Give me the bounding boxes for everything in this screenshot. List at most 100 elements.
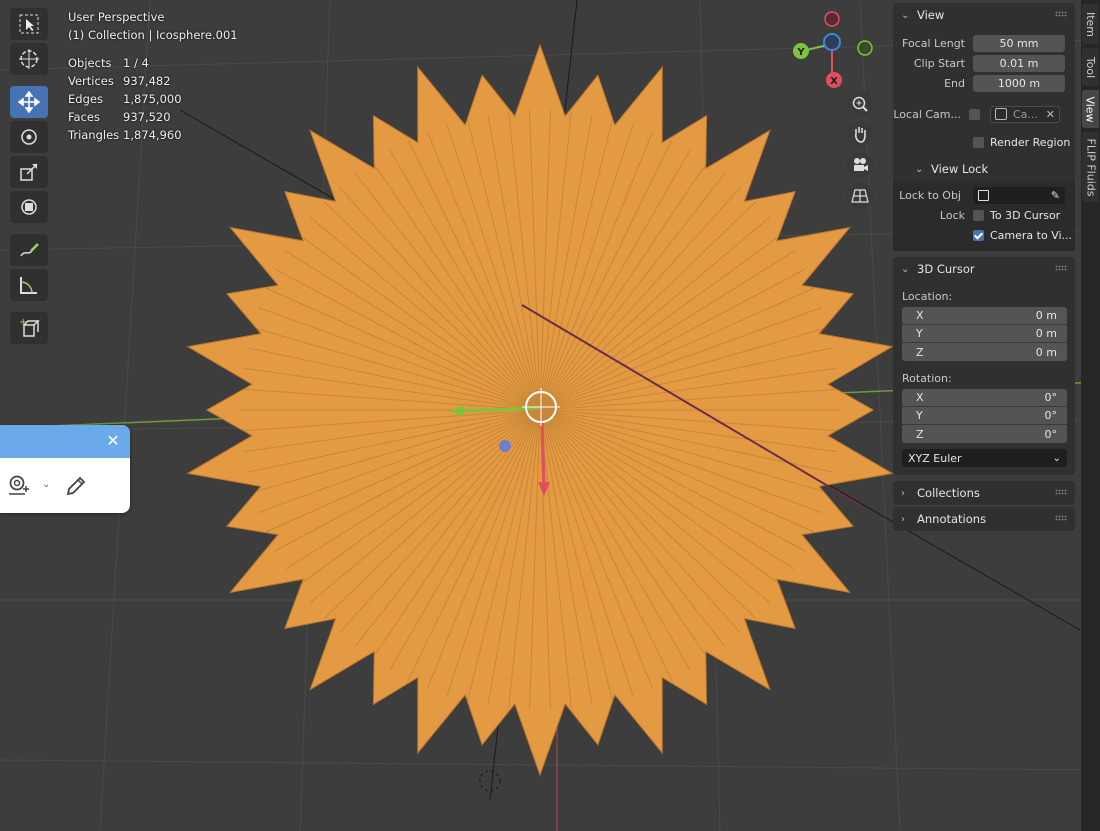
local-camera-row: Local Cam... Ca... ✕: [893, 97, 1075, 131]
camera-to-view-label: Camera to Vi...: [990, 228, 1073, 242]
grid-perspective-icon[interactable]: [847, 183, 873, 209]
drag-grip-icon[interactable]: [1055, 11, 1067, 17]
collections-header[interactable]: › Collections: [893, 481, 1075, 505]
cursor-icon[interactable]: [10, 43, 48, 75]
chevron-right-icon: ›: [901, 487, 905, 499]
annotations-header[interactable]: › Annotations: [893, 507, 1075, 531]
clear-icon[interactable]: ✕: [1046, 108, 1055, 121]
rotation-mode-value: XYZ Euler: [908, 451, 962, 465]
navigation-gizmo[interactable]: Y X: [786, 6, 886, 98]
tab-item[interactable]: Item: [1082, 4, 1099, 44]
local-camera-value: Ca...: [1013, 107, 1038, 121]
rotate-icon[interactable]: [10, 121, 48, 153]
annotate-icon[interactable]: [10, 234, 48, 266]
view-lock-header[interactable]: ⌄ View Lock: [893, 157, 1075, 181]
chevron-down-icon[interactable]: ⌄: [42, 479, 50, 490]
view-panel-header[interactable]: ⌄ View: [893, 3, 1075, 27]
stat-row: Objects 1 / 4: [68, 56, 149, 70]
lock-to-object-field[interactable]: ✎: [973, 186, 1065, 204]
focal-length-field[interactable]: 50 mm: [973, 34, 1065, 52]
rotation-label: Rotation:: [902, 372, 952, 385]
view-panel: ⌄ View Focal Lengt 50 mm Clip Start 0.01…: [893, 3, 1075, 251]
render-region-checkbox[interactable]: [973, 136, 984, 148]
hand-pan-icon[interactable]: [847, 121, 873, 147]
view-name: User Perspective: [68, 10, 165, 24]
pencil-icon[interactable]: [64, 474, 88, 501]
sidebar-tabs: Item Tool View FLIP Fluids: [1081, 0, 1100, 831]
to-3d-cursor-label: To 3D Cursor: [990, 208, 1061, 222]
location-x-field[interactable]: X0 m: [902, 307, 1067, 325]
svg-text:+: +: [19, 317, 27, 328]
popup-body: ⌄: [0, 458, 130, 513]
clip-start-row: Clip Start 0.01 m: [893, 53, 1075, 73]
drag-grip-icon[interactable]: [1055, 515, 1067, 521]
3d-cursor-header[interactable]: ⌄ 3D Cursor: [893, 257, 1075, 281]
focal-length-label: Focal Lengt: [902, 36, 965, 50]
viewport-info: User Perspective (1) Collection | Icosph…: [68, 8, 238, 44]
rotation-x-field[interactable]: X 0°: [902, 389, 1067, 407]
floating-popup: ✕ ⌄: [0, 425, 130, 513]
gizmo-y-label: Y: [796, 47, 805, 58]
measure-icon[interactable]: [10, 269, 48, 301]
rotation-mode-select[interactable]: XYZ Euler ⌄: [902, 449, 1067, 467]
drag-grip-icon[interactable]: [1055, 489, 1067, 495]
lock-to-object-row: Lock to Obj ✎: [893, 185, 1075, 205]
tab-flip-fluids[interactable]: FLIP Fluids: [1082, 132, 1099, 202]
view-lock-panel: Lock to Obj ✎ Lock To 3D Cursor Camera t…: [893, 181, 1075, 251]
location-z-field[interactable]: Z0 m: [902, 343, 1067, 361]
clip-end-field[interactable]: 1000 m: [973, 74, 1065, 92]
gizmo-x-label: X: [830, 76, 838, 87]
add-cube-icon[interactable]: +: [10, 312, 48, 344]
focal-length-row: Focal Lengt 50 mm: [893, 33, 1075, 53]
tab-view[interactable]: View: [1082, 90, 1099, 128]
annotations-title: Annotations: [917, 512, 987, 526]
move-icon[interactable]: [10, 86, 48, 118]
chevron-down-icon: ⌄: [901, 9, 910, 21]
tab-tool[interactable]: Tool: [1082, 48, 1099, 86]
chevron-down-icon: ⌄: [1052, 452, 1061, 464]
properties-sidebar: ⌄ View Focal Lengt 50 mm Clip Start 0.01…: [891, 0, 1079, 831]
location-y-field[interactable]: Y0 m: [902, 325, 1067, 343]
3d-cursor-panel: ⌄ 3D Cursor Location: X0 m Y0 m Z0 m Rot…: [893, 257, 1075, 475]
drag-grip-icon[interactable]: [1055, 265, 1067, 271]
camera-to-view-checkbox[interactable]: [973, 229, 984, 241]
chevron-down-icon: ⌄: [901, 263, 910, 275]
lock-cursor-row: Lock To 3D Cursor: [893, 205, 1075, 225]
camera-to-view-row: Camera to Vi...: [893, 225, 1075, 245]
view-lock-title: View Lock: [931, 162, 989, 176]
rotation-z-field[interactable]: Z 0°: [902, 425, 1067, 443]
clip-end-row: End 1000 m: [893, 73, 1075, 93]
scene-statistics: Objects 1 / 4 Vertices 937,482 Edges 1,875,…: [68, 54, 182, 144]
chevron-right-icon: ›: [901, 513, 905, 525]
annotations-panel: › Annotations: [893, 507, 1075, 531]
eyedropper-icon[interactable]: ✎: [1051, 189, 1060, 202]
render-region-label: Render Region: [990, 135, 1071, 149]
lock-label: Lock: [939, 208, 965, 222]
collection-line: (1) Collection | Icosphere.001: [68, 28, 238, 42]
3d-cursor-title: 3D Cursor: [917, 262, 975, 276]
clip-end-label: End: [944, 76, 965, 90]
select-box-icon[interactable]: [10, 8, 48, 40]
to-3d-cursor-checkbox[interactable]: [973, 209, 984, 221]
render-region-row: Render Region: [893, 131, 1075, 153]
zoom-icon[interactable]: [847, 91, 873, 117]
local-camera-label: Local Cam...: [893, 107, 961, 121]
location-label: Location:: [902, 290, 953, 303]
add-location-icon[interactable]: [6, 474, 30, 501]
rotation-y-field[interactable]: Y 0°: [902, 407, 1067, 425]
stat-row: Edges 1,875,000: [68, 92, 182, 106]
close-icon[interactable]: ✕: [105, 433, 121, 449]
local-camera-field[interactable]: Ca... ✕: [990, 105, 1060, 123]
tool-shelf: +: [10, 8, 50, 347]
chevron-down-icon: ⌄: [915, 163, 924, 175]
clip-start-field[interactable]: 0.01 m: [973, 54, 1065, 72]
lock-to-object-label: Lock to Obj: [899, 188, 961, 202]
clip-start-label: Clip Start: [913, 56, 965, 70]
scale-icon[interactable]: [10, 156, 48, 188]
camera-icon[interactable]: [847, 152, 873, 178]
local-camera-checkbox[interactable]: [969, 108, 980, 120]
view-panel-title: View: [917, 8, 945, 22]
transform-icon[interactable]: [10, 191, 48, 223]
stat-row: Vertices 937,482: [68, 74, 171, 88]
collections-panel: › Collections: [893, 481, 1075, 505]
